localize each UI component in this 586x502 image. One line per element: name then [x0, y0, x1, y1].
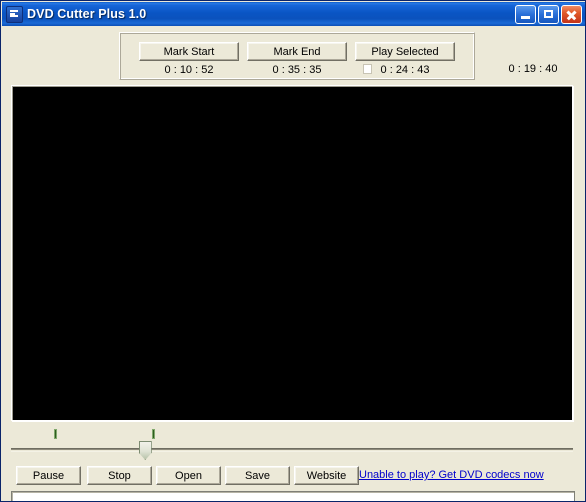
total-time-display: 0 : 19 : 40: [508, 63, 558, 75]
seek-bar-area[interactable]: [2, 424, 585, 462]
application-window: DVD Cutter Plus 1.0 Mark Start Mark End …: [0, 0, 586, 502]
selection-indicator-icon: [363, 64, 372, 74]
control-buttons-bar: Pause Stop Open Save Website Unable to p…: [2, 464, 585, 488]
title-bar[interactable]: DVD Cutter Plus 1.0: [2, 2, 585, 26]
mark-end-time: 0 : 35 : 35: [272, 64, 322, 76]
mark-buttons-row: Mark Start Mark End Play Selected: [120, 42, 474, 61]
mark-start-time: 0 : 10 : 52: [164, 64, 214, 76]
seek-track-highlight: [11, 451, 573, 452]
seek-track[interactable]: [11, 448, 573, 450]
mark-panel: Mark Start Mark End Play Selected 0 : 10…: [119, 32, 475, 80]
pause-button[interactable]: Pause: [16, 466, 81, 485]
minimize-button[interactable]: [515, 4, 536, 24]
close-button[interactable]: [561, 4, 582, 24]
window-controls: [515, 4, 584, 24]
app-icon: [6, 5, 23, 23]
client-area: Mark Start Mark End Play Selected 0 : 10…: [2, 26, 585, 501]
status-input[interactable]: [11, 491, 575, 501]
selection-duration-time: 0 : 24 : 43: [380, 64, 430, 76]
mark-start-button[interactable]: Mark Start: [139, 42, 239, 61]
stop-button[interactable]: Stop: [87, 466, 152, 485]
mark-end-tick-icon: [152, 429, 156, 439]
mark-end-button[interactable]: Mark End: [247, 42, 347, 61]
maximize-button[interactable]: [538, 4, 559, 24]
mark-start-tick-icon: [54, 429, 58, 439]
dvd-codecs-link[interactable]: Unable to play? Get DVD codecs now: [359, 469, 544, 481]
video-display-panel[interactable]: [11, 85, 573, 421]
save-button[interactable]: Save: [225, 466, 290, 485]
play-selected-button[interactable]: Play Selected: [355, 42, 455, 61]
open-button[interactable]: Open: [156, 466, 221, 485]
window-title: DVD Cutter Plus 1.0: [27, 7, 147, 21]
website-button[interactable]: Website: [294, 466, 359, 485]
seek-thumb-handle[interactable]: [138, 441, 152, 460]
selection-duration-wrapper: 0 : 24 : 43: [355, 63, 455, 77]
mark-times-row: 0 : 10 : 52 0 : 35 : 35 0 : 24 : 43: [120, 63, 474, 77]
